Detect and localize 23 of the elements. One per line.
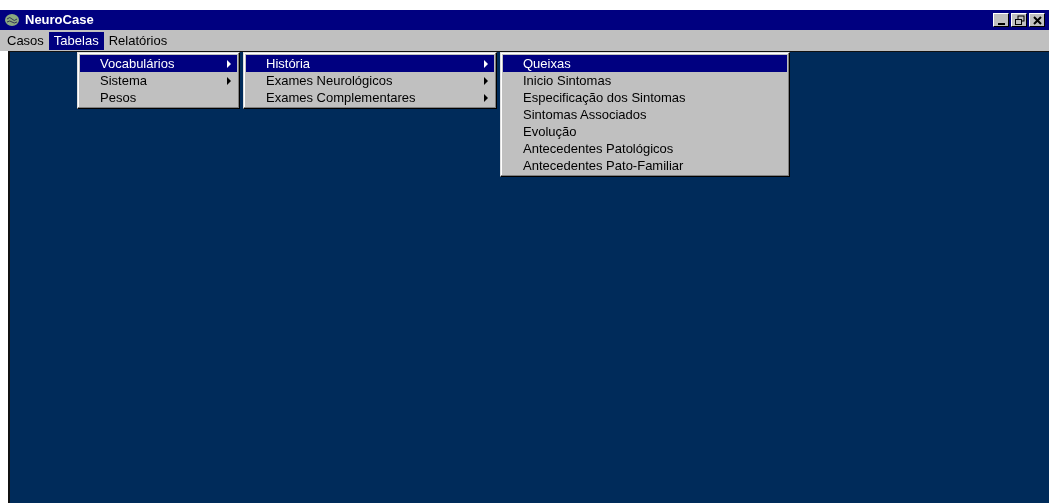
- menu-option[interactable]: Especificação dos Sintomas: [503, 89, 787, 106]
- close-button[interactable]: [1029, 13, 1045, 27]
- close-icon: [1031, 14, 1043, 26]
- menu-option[interactable]: Evolução: [503, 123, 787, 140]
- menu-option[interactable]: Antecedentes Pato-Familiar: [503, 157, 787, 174]
- menu-option[interactable]: Exames Complementares: [246, 89, 494, 106]
- menu-option[interactable]: Sistema: [80, 72, 237, 89]
- menu-item[interactable]: Relatórios: [103, 31, 173, 50]
- menu-option[interactable]: Queixas: [503, 55, 787, 72]
- minimize-icon: [997, 22, 1005, 25]
- window-title: NeuroCase: [25, 11, 94, 30]
- menu-option[interactable]: Sintomas Associados: [503, 106, 787, 123]
- menu-item[interactable]: Tabelas: [48, 31, 104, 50]
- menu-option[interactable]: História: [246, 55, 494, 72]
- minimize-button[interactable]: [993, 13, 1009, 27]
- restore-button[interactable]: [1011, 13, 1027, 27]
- menu-option[interactable]: Pesos: [80, 89, 237, 106]
- menu-option[interactable]: Antecedentes Patológicos: [503, 140, 787, 157]
- menu-item[interactable]: Casos: [2, 31, 49, 50]
- menu-option[interactable]: Vocabulários: [80, 55, 237, 72]
- menu-option[interactable]: Exames Neurológicos: [246, 72, 494, 89]
- menu-option[interactable]: Inicio Sintomas: [503, 72, 787, 89]
- restore-icon: [1013, 14, 1025, 26]
